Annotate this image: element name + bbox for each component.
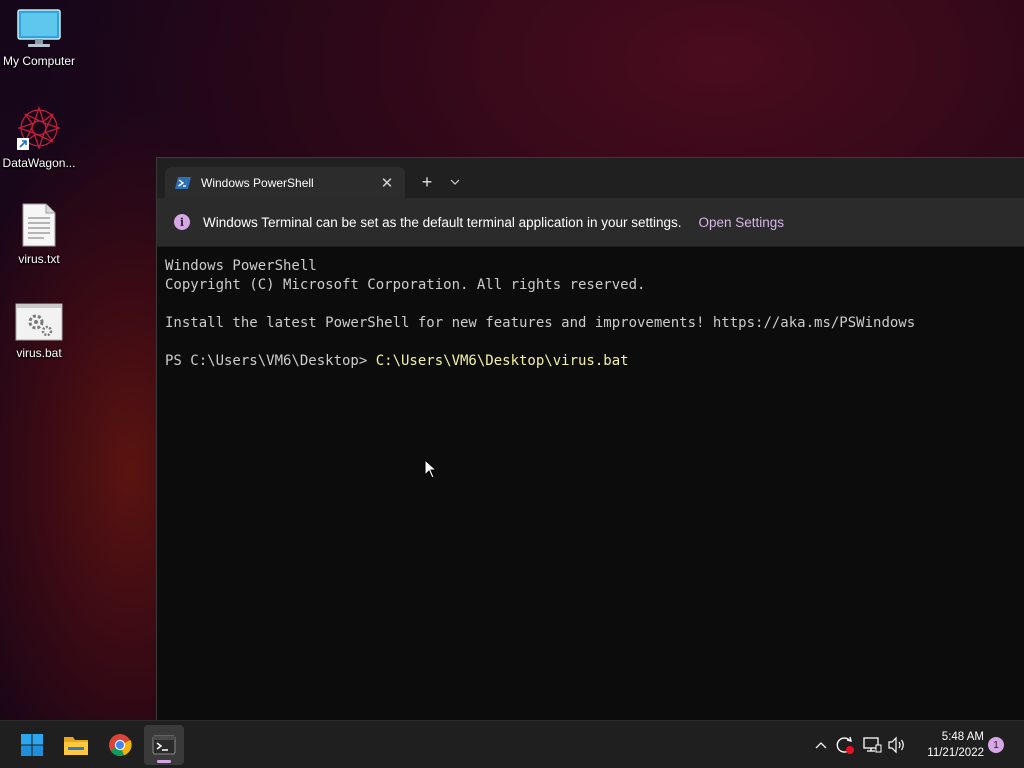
terminal-icon [152,735,176,755]
info-message: Windows Terminal can be set as the defau… [203,214,682,230]
notification-badge[interactable]: 1 [988,737,1004,753]
chevron-down-icon [450,179,460,185]
tab-dropdown-button[interactable] [444,170,466,194]
desktop-icon-datawagon[interactable]: DataWagon... [0,104,78,170]
new-tab-button[interactable]: + [414,170,440,194]
batch-file-icon [15,303,63,341]
chevron-up-icon [815,742,827,749]
desktop-icon-label: My Computer [2,54,76,68]
command-text: C:\Users\VM6\Desktop\virus.bat [375,353,629,369]
update-icon [836,736,854,754]
file-explorer-button[interactable] [56,725,96,765]
tab-windows-powershell[interactable]: Windows PowerShell ✕ [165,167,405,198]
monitor-icon [17,9,61,47]
desktop-icon-label: virus.txt [18,252,60,266]
powershell-icon [175,176,191,189]
open-settings-link[interactable]: Open Settings [699,215,785,230]
text-file-icon [22,203,56,247]
tab-title: Windows PowerShell [201,175,314,190]
chrome-icon [109,734,132,757]
desktop-icon-label: virus.bat [16,346,62,360]
console-line: Install the latest PowerShell for new fe… [165,315,916,331]
network-tray-button[interactable] [861,733,883,757]
terminal-window[interactable]: Windows PowerShell ✕ + i Windows Termina… [156,157,1024,720]
console-line: Copyright (C) Microsoft Corporation. All… [165,277,646,293]
prompt: PS C:\Users\VM6\Desktop> [165,353,376,369]
info-bar: i Windows Terminal can be set as the def… [157,198,1024,247]
clock-date: 11/21/2022 [927,747,984,759]
clock-time: 5:48 AM [941,731,984,743]
console-output[interactable]: Windows PowerShell Copyright (C) Microsof… [157,247,1024,371]
desktop-icon-my-computer[interactable]: My Computer [0,8,78,68]
tab-bar: Windows PowerShell ✕ + [157,158,1024,198]
chrome-button[interactable] [100,725,140,765]
volume-icon [888,736,904,754]
network-icon [863,737,882,753]
info-icon: i [174,214,190,230]
prompt-line: PS C:\Users\VM6\Desktop> C:\Users\VM6\De… [165,352,1024,371]
desktop-icon-label: DataWagon... [2,156,76,170]
system-clock[interactable]: 5:48 AM 11/21/2022 [912,729,984,761]
terminal-taskbar-button[interactable] [144,725,184,765]
show-hidden-icons-button[interactable] [810,733,832,757]
close-tab-icon[interactable]: ✕ [373,169,401,197]
start-icon [21,734,43,756]
desktop-icon-virus-txt[interactable]: virus.txt [0,202,78,266]
desktop-icon-virus-bat[interactable]: virus.bat [0,302,78,360]
update-tray-button[interactable] [834,733,856,757]
start-button[interactable] [12,725,52,765]
shortcut-icon [17,106,61,150]
volume-tray-button[interactable] [886,733,908,757]
console-line: Windows PowerShell [165,258,317,274]
active-indicator [157,760,171,763]
mouse-pointer-icon [424,459,438,479]
file-explorer-icon [64,737,88,755]
taskbar: 5:48 AM 11/21/2022 1 [0,720,1024,768]
